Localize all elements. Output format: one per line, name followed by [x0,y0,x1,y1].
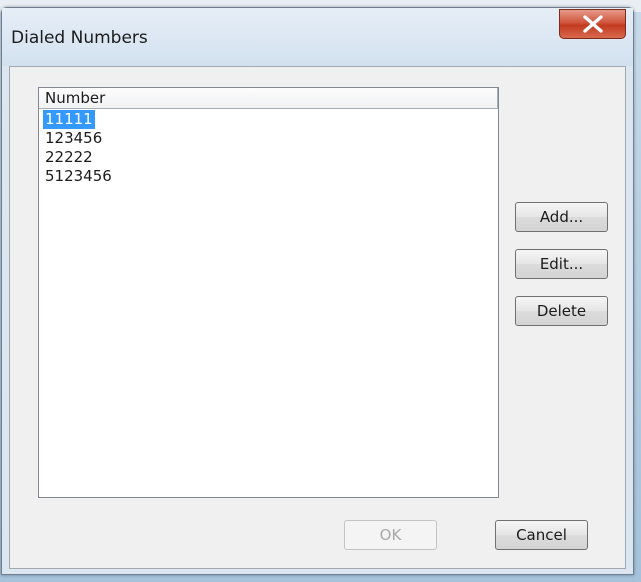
list-item[interactable]: 11111 [41,110,116,129]
title-bar[interactable]: Dialed Numbers [2,8,633,66]
cancel-button[interactable]: Cancel [495,520,588,550]
list-item-text: 11111 [43,110,95,129]
list-item-text: 22222 [45,148,93,166]
list-item-text: 123456 [45,129,103,147]
column-header-number[interactable]: Number [39,88,498,109]
add-button[interactable]: Add... [515,202,608,232]
ok-button[interactable]: OK [344,520,437,550]
list-item[interactable]: 123456 [41,129,116,148]
delete-button[interactable]: Delete [515,296,608,326]
list-item[interactable]: 22222 [41,148,116,167]
numbers-list-rows: 11111 123456 22222 5123456 [41,110,116,186]
edit-button[interactable]: Edit... [515,249,608,279]
dialed-numbers-dialog: Dialed Numbers Number 11111 123456 22222 51… [1,7,634,575]
list-item-text: 5123456 [45,167,112,185]
dialog-title: Dialed Numbers [11,28,148,48]
list-item[interactable]: 5123456 [41,167,116,186]
numbers-list[interactable]: Number 11111 123456 22222 5123456 [38,87,499,498]
column-separator[interactable] [497,88,498,108]
close-button[interactable] [559,9,626,39]
column-header-label: Number [45,89,106,107]
dialog-client-area: Number 11111 123456 22222 5123456 Add... Ed… [9,66,626,569]
